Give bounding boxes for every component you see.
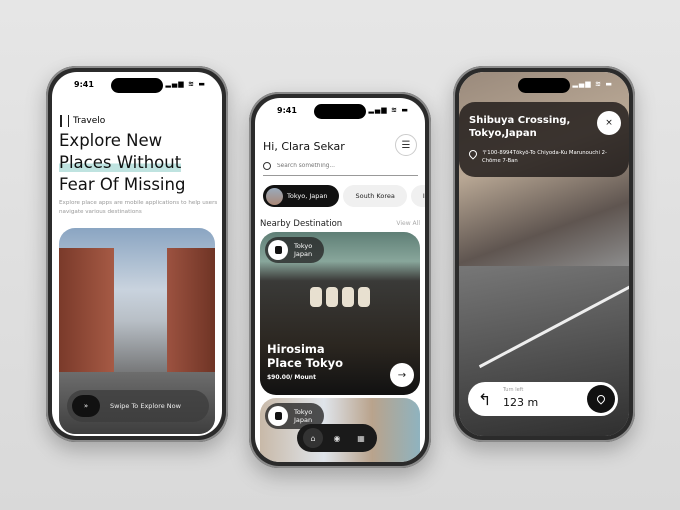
turn-left-icon: ↰ [478,389,492,409]
phone-home: 9:41▂▄▆ ≋ ▬ Hi, Clara Sekar ☰ Tokyo, Jap… [249,92,431,468]
view-all-link[interactable]: View All [396,220,420,227]
chip-avatar [266,187,283,205]
bottom-nav: ⌂ ◉ ▦ [297,424,377,452]
dynamic-island [518,78,570,93]
swipe-handle-icon[interactable]: » [72,395,100,417]
search-input[interactable] [277,162,407,169]
location-tag: Tokyo Japan [265,237,325,263]
address: 〒100-8994Tōkyō-To Chiyoda-Ku Marunouchi … [467,148,619,165]
subtitle: Explore place apps are mobile applicatio… [59,200,218,215]
phone-navigation: ▂▄▆ ≋ ▬ Shibuya Crossing, Tokyo,Japan × 〒… [453,66,635,442]
hero-photo: » Swipe To Explore Now [59,228,215,434]
brand-logo: Travelo [60,115,105,127]
dynamic-island [111,78,163,93]
turn-instruction: ↰ Turn left 123 m [468,382,618,416]
location-pin-icon [467,148,479,160]
home-icon[interactable]: ⌂ [303,428,323,448]
greeting: Hi, Clara Sekar [263,140,345,153]
calendar-icon[interactable]: ▦ [351,428,371,448]
card-title: Hirosima Place Tokyo [267,342,344,370]
dynamic-island [314,104,366,119]
swipe-to-explore[interactable]: » Swipe To Explore Now [67,390,209,422]
menu-button[interactable]: ☰ [395,134,417,156]
card-price: $90.00/ Mount [267,374,316,381]
arrow-right-icon[interactable]: → [390,363,414,387]
logo-icon [60,115,69,127]
close-icon[interactable]: × [597,111,621,135]
search-bar[interactable] [263,156,418,176]
location-pin-icon [595,393,607,405]
chip-south-korea[interactable]: South Korea [343,185,407,207]
location-info-card: Shibuya Crossing, Tokyo,Japan × 〒100-8994… [459,102,629,177]
section-title: Nearby Destination [260,219,343,229]
search-icon [263,161,271,170]
phone-onboarding: 9:41 ▂▄▆ ≋ ▬ Travelo Explore New Places W… [46,66,228,442]
bookmark-icon [268,406,288,426]
destination-card[interactable]: Tokyo Japan Hirosima Place Tokyo $90.00/ M… [260,232,420,395]
chip-tokyo[interactable]: Tokyo, Japan [263,185,340,207]
location-chips: Tokyo, Japan South Korea Ind [263,185,425,207]
bookmark-icon [268,240,288,260]
location-title: Shibuya Crossing, Tokyo,Japan [469,115,571,139]
map-pin-icon[interactable]: ◉ [327,428,347,448]
headline: Explore New Places Without Fear Of Missi… [59,131,186,194]
navigate-button[interactable] [587,385,615,413]
chip-india[interactable]: Ind [410,185,425,207]
status-icons: ▂▄▆ ≋ ▬ [165,80,206,88]
